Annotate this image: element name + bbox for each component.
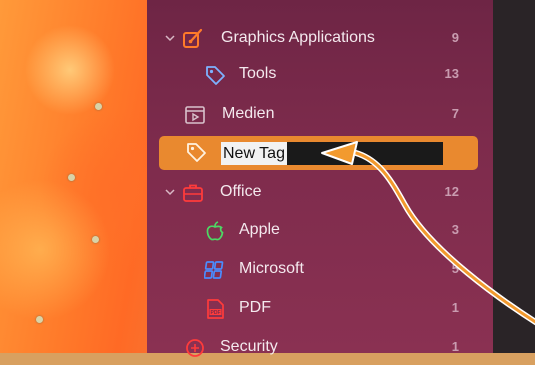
main-content-area <box>493 0 535 353</box>
chevron-down-icon[interactable] <box>165 187 175 197</box>
item-count-badge: 5 <box>451 261 459 276</box>
item-count-badge: 9 <box>451 30 459 45</box>
sidebar-item-office[interactable]: Office 12 <box>147 174 493 210</box>
sidebar-item-security[interactable]: Security 1 <box>147 329 493 365</box>
apple-icon <box>206 221 224 241</box>
sidebar-item-apple[interactable]: Apple 3 <box>147 212 493 248</box>
sidebar-item-label: Office <box>220 183 262 200</box>
sidebar-item-medien[interactable]: Medien 7 <box>147 96 493 132</box>
sidebar-item-microsoft[interactable]: Microsoft 5 <box>147 251 493 287</box>
item-count-badge: 1 <box>451 339 459 354</box>
sidebar: Graphics Applications 9 Tools 13 Medien … <box>147 0 493 357</box>
microsoft-icon <box>204 261 224 279</box>
sidebar-item-graphics-applications[interactable]: Graphics Applications 9 <box>147 20 493 56</box>
sidebar-item-label: Microsoft <box>239 260 304 277</box>
item-count-badge: 13 <box>444 66 459 81</box>
svg-text:PDF: PDF <box>211 310 221 316</box>
item-count-badge: 7 <box>451 106 459 121</box>
wallpaper-dot <box>68 174 75 181</box>
briefcase-icon <box>183 184 203 202</box>
sidebar-item-label: Security <box>220 338 278 355</box>
item-count-badge: 1 <box>451 300 459 315</box>
sidebar-item-pdf[interactable]: PDF PDF 1 <box>147 290 493 326</box>
chevron-down-icon[interactable] <box>165 33 175 43</box>
sidebar-item-tools[interactable]: Tools 13 <box>147 56 493 92</box>
pdf-icon: PDF <box>207 299 224 319</box>
security-icon <box>186 339 204 357</box>
sidebar-item-label: Medien <box>222 105 275 122</box>
media-icon <box>185 106 205 124</box>
wallpaper-dot <box>36 316 43 323</box>
tag-icon <box>187 143 206 162</box>
brush-icon <box>183 28 203 48</box>
wallpaper-dot <box>95 103 102 110</box>
sidebar-item-label: Apple <box>239 221 280 238</box>
sidebar-item-label: Tools <box>239 65 277 82</box>
tag-name-edit-field[interactable]: New Tag <box>221 142 443 165</box>
tag-icon <box>206 66 225 85</box>
item-count-badge: 12 <box>444 184 459 199</box>
wallpaper-dot <box>92 236 99 243</box>
item-count-badge: 3 <box>451 222 459 237</box>
tag-name-text[interactable]: New Tag <box>221 142 287 165</box>
sidebar-item-label: Graphics Applications <box>221 29 375 46</box>
sidebar-item-label: PDF <box>239 299 271 316</box>
